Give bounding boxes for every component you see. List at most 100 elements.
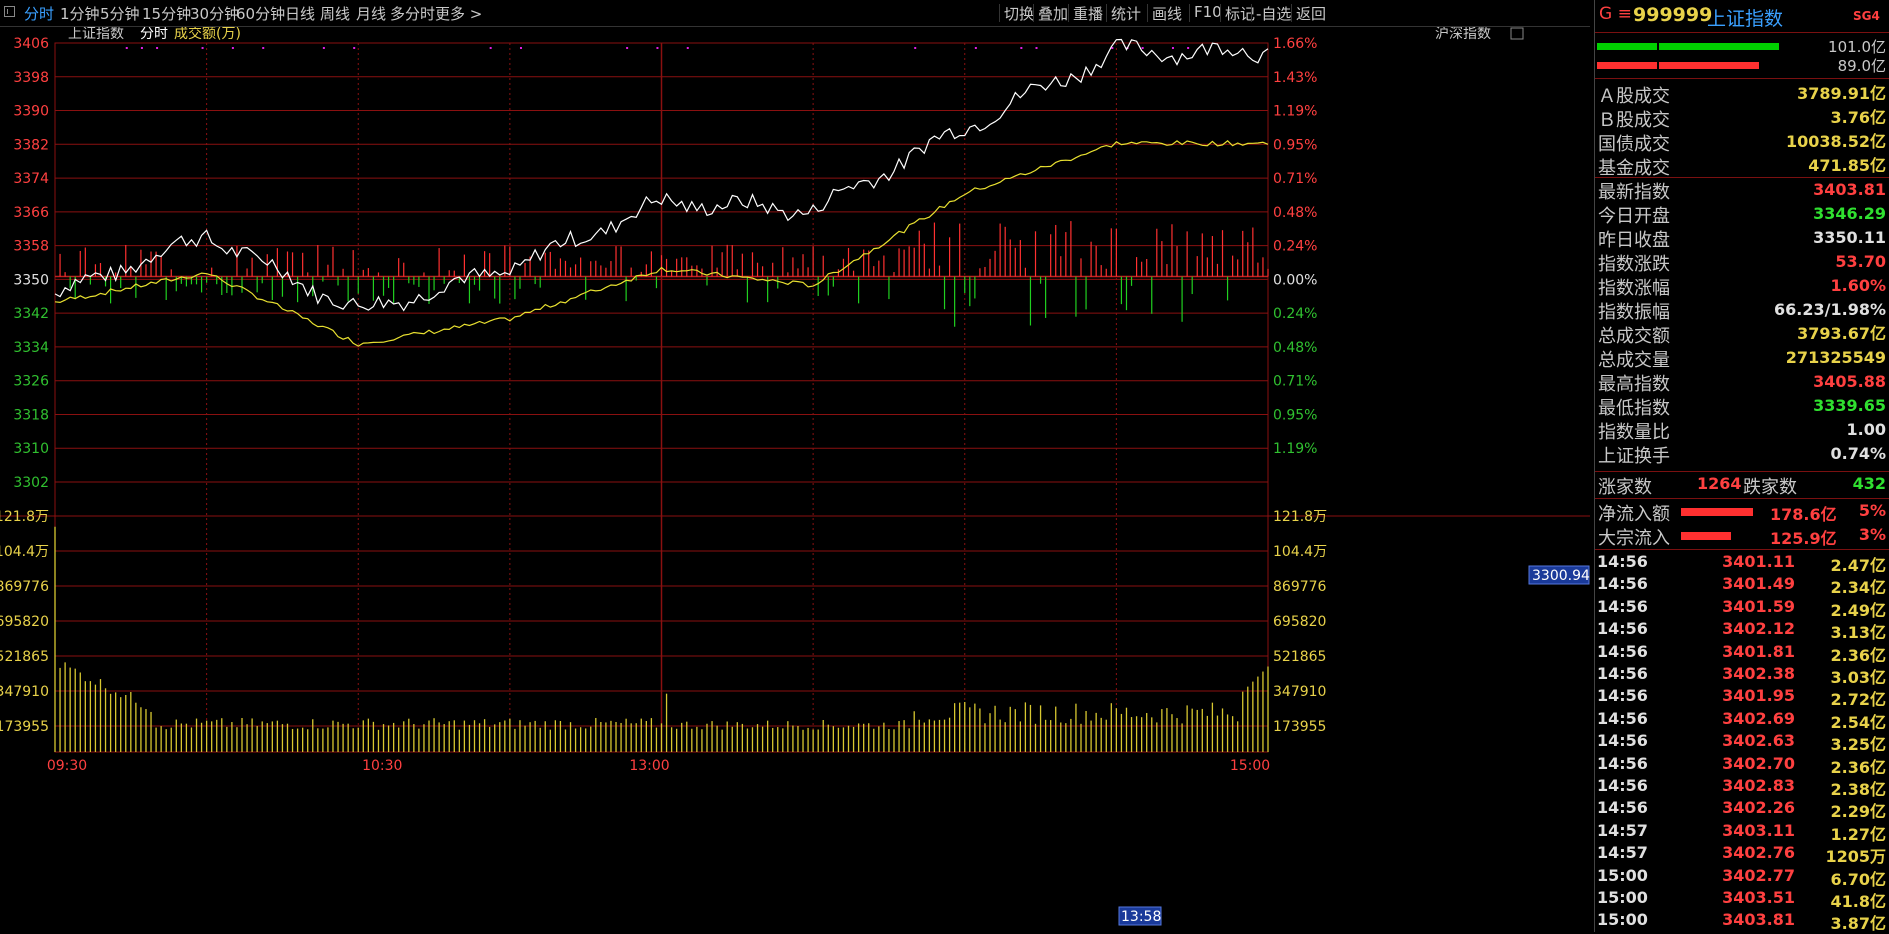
time-axis-label: 10:30 (362, 758, 402, 774)
breadth-value-1: 89.0亿 (1837, 57, 1886, 75)
window-icon[interactable] (4, 6, 15, 17)
tick-time: 14:56 (1597, 619, 1648, 639)
volume-tick-label-right: 173955 (1273, 719, 1326, 735)
chart-settings-icon[interactable] (1510, 27, 1524, 40)
intraday-chart[interactable]: 3406 3398 3390 3382 3374 3366 3358 3350 3342 3334… (0, 27, 1590, 932)
price-tick-label: 3334 (13, 340, 49, 356)
period-toolbar: 分时 1分钟 5分钟 15分钟 30分钟 60分钟 日线 周线 月线 多分时 更多 > 切换 叠加 重播… (0, 0, 1590, 27)
tick-row[interactable]: 14:56 3402.69 2.54亿 (1595, 708, 1889, 732)
signal-dot (353, 47, 356, 49)
signal-dot (974, 47, 977, 49)
toolbar-button-0[interactable]: 切换 (1004, 3, 1034, 24)
toolbar-button-5[interactable]: F10 (1194, 3, 1222, 21)
flow-value: 125.9亿 (1770, 529, 1837, 548)
toolbar-button-7[interactable]: -自选 (1256, 3, 1291, 24)
toolbar-button-4[interactable]: 画线 (1152, 3, 1182, 24)
period-tab-10[interactable]: 更多 > (435, 3, 482, 24)
advance-decline-row: 涨家数 1264 跌家数 432 (1595, 473, 1889, 498)
cursor-time: 13:58 (1121, 909, 1161, 925)
volume-tick-label: 695820 (0, 614, 49, 630)
tick-row[interactable]: 14:56 3402.63 3.25亿 (1595, 730, 1889, 755)
stat-row: 最低指数 3339.65 (1595, 394, 1889, 419)
volume-tick-label: 121.8万 (0, 509, 49, 525)
stat-value: 3339.65 (1813, 396, 1886, 415)
tick-price: 3402.76 (1722, 843, 1795, 863)
stat-label: 指数量比 (1598, 422, 1670, 443)
stat-value: 1.00 (1846, 420, 1886, 439)
period-tab-2[interactable]: 5分钟 (100, 3, 140, 24)
period-tab-5[interactable]: 60分钟 (236, 3, 285, 24)
flow-value: 178.6亿 (1770, 505, 1837, 524)
period-tab-3[interactable]: 15分钟 (142, 3, 191, 24)
tick-price: 3401.59 (1722, 596, 1795, 616)
percent-tick-label: 0.48% (1273, 205, 1317, 221)
flow-bar (1681, 532, 1731, 540)
stat-value: 471.85亿 (1808, 156, 1886, 175)
tick-row[interactable]: 14:56 3401.11 2.47亿 (1595, 551, 1889, 575)
percent-tick-label: 1.66% (1273, 36, 1317, 52)
tick-row[interactable]: 14:56 3402.26 2.29亿 (1595, 797, 1889, 821)
tick-time: 14:57 (1597, 843, 1648, 863)
stat-label: 指数涨跌 (1598, 254, 1670, 275)
period-tab-1[interactable]: 1分钟 (60, 3, 100, 24)
toolbar-button-2[interactable]: 重播 (1073, 3, 1103, 24)
tick-row[interactable]: 14:56 3401.81 2.36亿 (1595, 641, 1889, 665)
period-tab-6[interactable]: 日线 (285, 3, 315, 24)
tick-row[interactable]: 15:00 3402.77 6.70亿 (1595, 865, 1889, 889)
period-tab-9[interactable]: 多分时 (390, 3, 435, 24)
flow-row: 大宗流入 125.9亿 3% (1595, 524, 1889, 549)
percent-tick-label: 0.95% (1273, 137, 1317, 153)
stat-value: 0.74% (1830, 444, 1886, 463)
tick-row[interactable]: 14:56 3402.70 2.36亿 (1595, 753, 1889, 777)
toolbar-button-3[interactable]: 统计 (1111, 3, 1141, 24)
chart-canvas[interactable]: 3406 3398 3390 3382 3374 3366 3358 3350 3342 3334… (0, 27, 1590, 932)
breadth-bar-right-1 (1659, 62, 1759, 69)
stat-row: 上证换手 0.74% (1595, 442, 1889, 467)
tick-row[interactable]: 14:57 3403.11 1.27亿 (1595, 820, 1889, 844)
tick-time: 14:56 (1597, 574, 1648, 594)
tick-time: 14:56 (1597, 596, 1648, 616)
toolbar-separator (1291, 4, 1292, 22)
tick-row[interactable]: 14:56 3401.59 2.49亿 (1595, 596, 1889, 620)
tick-row[interactable]: 15:00 3403.51 41.8亿 (1595, 887, 1889, 911)
tick-row[interactable]: 14:56 3401.95 2.72亿 (1595, 685, 1889, 709)
tick-row[interactable]: 15:00 3403.81 3.87亿 (1595, 909, 1889, 933)
stat-label: Ｂ股成交 (1598, 110, 1670, 131)
tick-row[interactable]: 14:56 3401.49 2.34亿 (1595, 573, 1889, 597)
price-tick-label: 3366 (13, 205, 49, 221)
tick-price: 3402.63 (1722, 731, 1795, 751)
tick-time: 14:56 (1597, 708, 1648, 728)
stat-value: 3346.29 (1813, 204, 1886, 223)
tick-price: 3401.11 (1722, 552, 1795, 571)
tick-row[interactable]: 14:56 3402.83 2.38亿 (1595, 775, 1889, 799)
percent-tick-label: 0.71% (1273, 374, 1317, 390)
tick-time: 14:56 (1597, 641, 1648, 661)
tick-price: 3401.81 (1722, 641, 1795, 661)
tick-volume: 2.36亿 (1830, 757, 1886, 777)
tick-volume: 1205万 (1825, 847, 1886, 867)
period-tab-4[interactable]: 30分钟 (190, 3, 239, 24)
period-tab-7[interactable]: 周线 (320, 3, 350, 24)
price-tick-label: 3382 (13, 137, 49, 153)
tick-time: 14:56 (1597, 664, 1648, 683)
percent-tick-label: 0.48% (1273, 340, 1317, 356)
signal-dot (201, 47, 204, 49)
tick-volume: 1.27亿 (1830, 824, 1886, 844)
stat-value: 3403.81 (1813, 180, 1886, 199)
flow-row: 净流入额 178.6亿 5% (1595, 500, 1889, 525)
tick-row[interactable]: 14:56 3402.12 3.13亿 (1595, 618, 1889, 642)
toolbar-separator (1106, 4, 1107, 22)
tick-row[interactable]: 14:57 3402.76 1205万 (1595, 842, 1889, 867)
tick-volume: 3.25亿 (1830, 735, 1886, 755)
tick-time: 14:56 (1597, 776, 1648, 795)
percent-tick-label: 0.24% (1273, 306, 1317, 322)
stat-label: 总成交额 (1598, 326, 1670, 347)
tick-row[interactable]: 14:56 3402.38 3.03亿 (1595, 663, 1889, 687)
period-tab-8[interactable]: 月线 (356, 3, 386, 24)
toolbar-button-8[interactable]: 返回 (1296, 3, 1326, 24)
rise-label: 涨家数 (1598, 477, 1652, 498)
percent-tick-label: 0.00% (1273, 272, 1317, 288)
toolbar-button-1[interactable]: 叠加 (1038, 3, 1068, 24)
tick-price: 3403.81 (1722, 910, 1795, 930)
period-tab-0[interactable]: 分时 (24, 3, 54, 24)
